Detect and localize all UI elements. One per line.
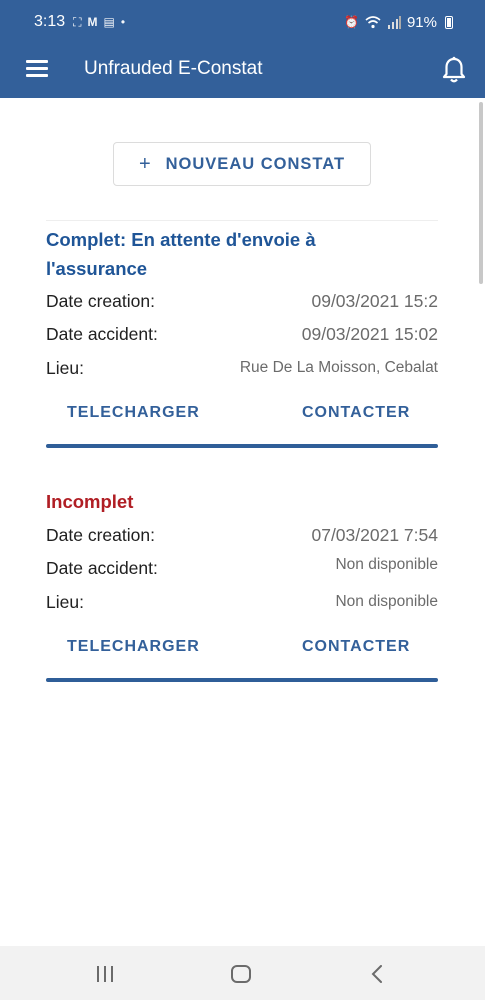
constat-card: Incomplet Date creation: 07/03/2021 7:54… [46, 486, 438, 686]
lieu-label: Lieu: [46, 357, 84, 378]
card-bottom-border [46, 444, 438, 448]
creation-date-label: Date creation: [46, 290, 155, 311]
top-bar: 3:13 ⛶ M ▤ • ⏰ 91% Unfrauded E-Constat [0, 0, 485, 98]
card-status: Incomplet [46, 487, 133, 516]
gmail-icon: M [87, 15, 98, 29]
home-icon[interactable] [230, 965, 252, 983]
creation-date-label: Date creation: [46, 524, 155, 545]
wifi-icon [365, 15, 381, 28]
card-top-divider [46, 220, 438, 221]
scrollbar[interactable] [479, 102, 483, 284]
contact-button[interactable]: CONTACTER [302, 404, 410, 422]
card-status-line: Complet: En attente d'envoie à [46, 229, 316, 250]
new-constat-label: NOUVEAU CONSTAT [165, 154, 346, 173]
card-actions: TELECHARGER CONTACTER [46, 404, 438, 434]
menu-icon[interactable] [26, 60, 48, 78]
app-bar: Unfrauded E-Constat [0, 44, 485, 98]
creation-date-value: 07/03/2021 7:54 [311, 524, 438, 545]
plus-icon: + [138, 152, 152, 175]
signal-icon [387, 15, 401, 29]
accident-date-value: Non disponible [335, 556, 438, 573]
lieu-value: Rue De La Moisson, Cebalat [239, 359, 438, 376]
creation-date-row: Date creation: 07/03/2021 7:54 [46, 520, 438, 550]
contact-button[interactable]: CONTACTER [302, 638, 410, 656]
lieu-row: Lieu: Rue De La Moisson, Cebalat [46, 353, 438, 383]
constat-card: Complet: En attente d'envoie à l'assuran… [46, 220, 438, 450]
bell-icon[interactable] [441, 56, 467, 84]
accident-date-label: Date accident: [46, 557, 158, 578]
system-nav-bar [0, 946, 485, 1000]
message-icon: ▤ [103, 15, 115, 29]
card-status-line: l'assurance [46, 258, 148, 279]
battery-percent: 91% [406, 13, 437, 31]
accident-date-row: Date accident: Non disponible [46, 553, 438, 583]
lieu-value: Non disponible [335, 593, 438, 610]
download-button[interactable]: TELECHARGER [67, 404, 200, 422]
dot-icon: • [120, 15, 126, 29]
card-status: Complet: En attente d'envoie à l'assuran… [46, 225, 316, 283]
status-bar: 3:13 ⛶ M ▤ • ⏰ 91% [0, 0, 485, 44]
status-time: 3:13 [34, 13, 66, 30]
back-icon[interactable] [370, 965, 384, 983]
creation-date-value: 09/03/2021 15:2 [311, 290, 438, 311]
recent-apps-icon[interactable] [96, 966, 116, 982]
screenshot-icon: ⛶ [73, 14, 82, 29]
new-constat-button[interactable]: + NOUVEAU CONSTAT [113, 142, 371, 186]
creation-date-row: Date creation: 09/03/2021 15:2 [46, 286, 438, 316]
card-status-line: Incomplet [46, 491, 134, 512]
download-button[interactable]: TELECHARGER [67, 638, 200, 656]
alarm-icon: ⏰ [344, 15, 359, 29]
lieu-row: Lieu: Non disponible [46, 587, 438, 617]
app-title: Unfrauded E-Constat [84, 58, 263, 79]
lieu-label: Lieu: [46, 591, 84, 612]
accident-date-value: 09/03/2021 15:02 [301, 323, 438, 344]
card-bottom-border [46, 678, 438, 682]
battery-icon [445, 15, 453, 29]
accident-date-row: Date accident: 09/03/2021 15:02 [46, 319, 438, 349]
accident-date-label: Date accident: [46, 323, 158, 344]
card-actions: TELECHARGER CONTACTER [46, 638, 438, 668]
